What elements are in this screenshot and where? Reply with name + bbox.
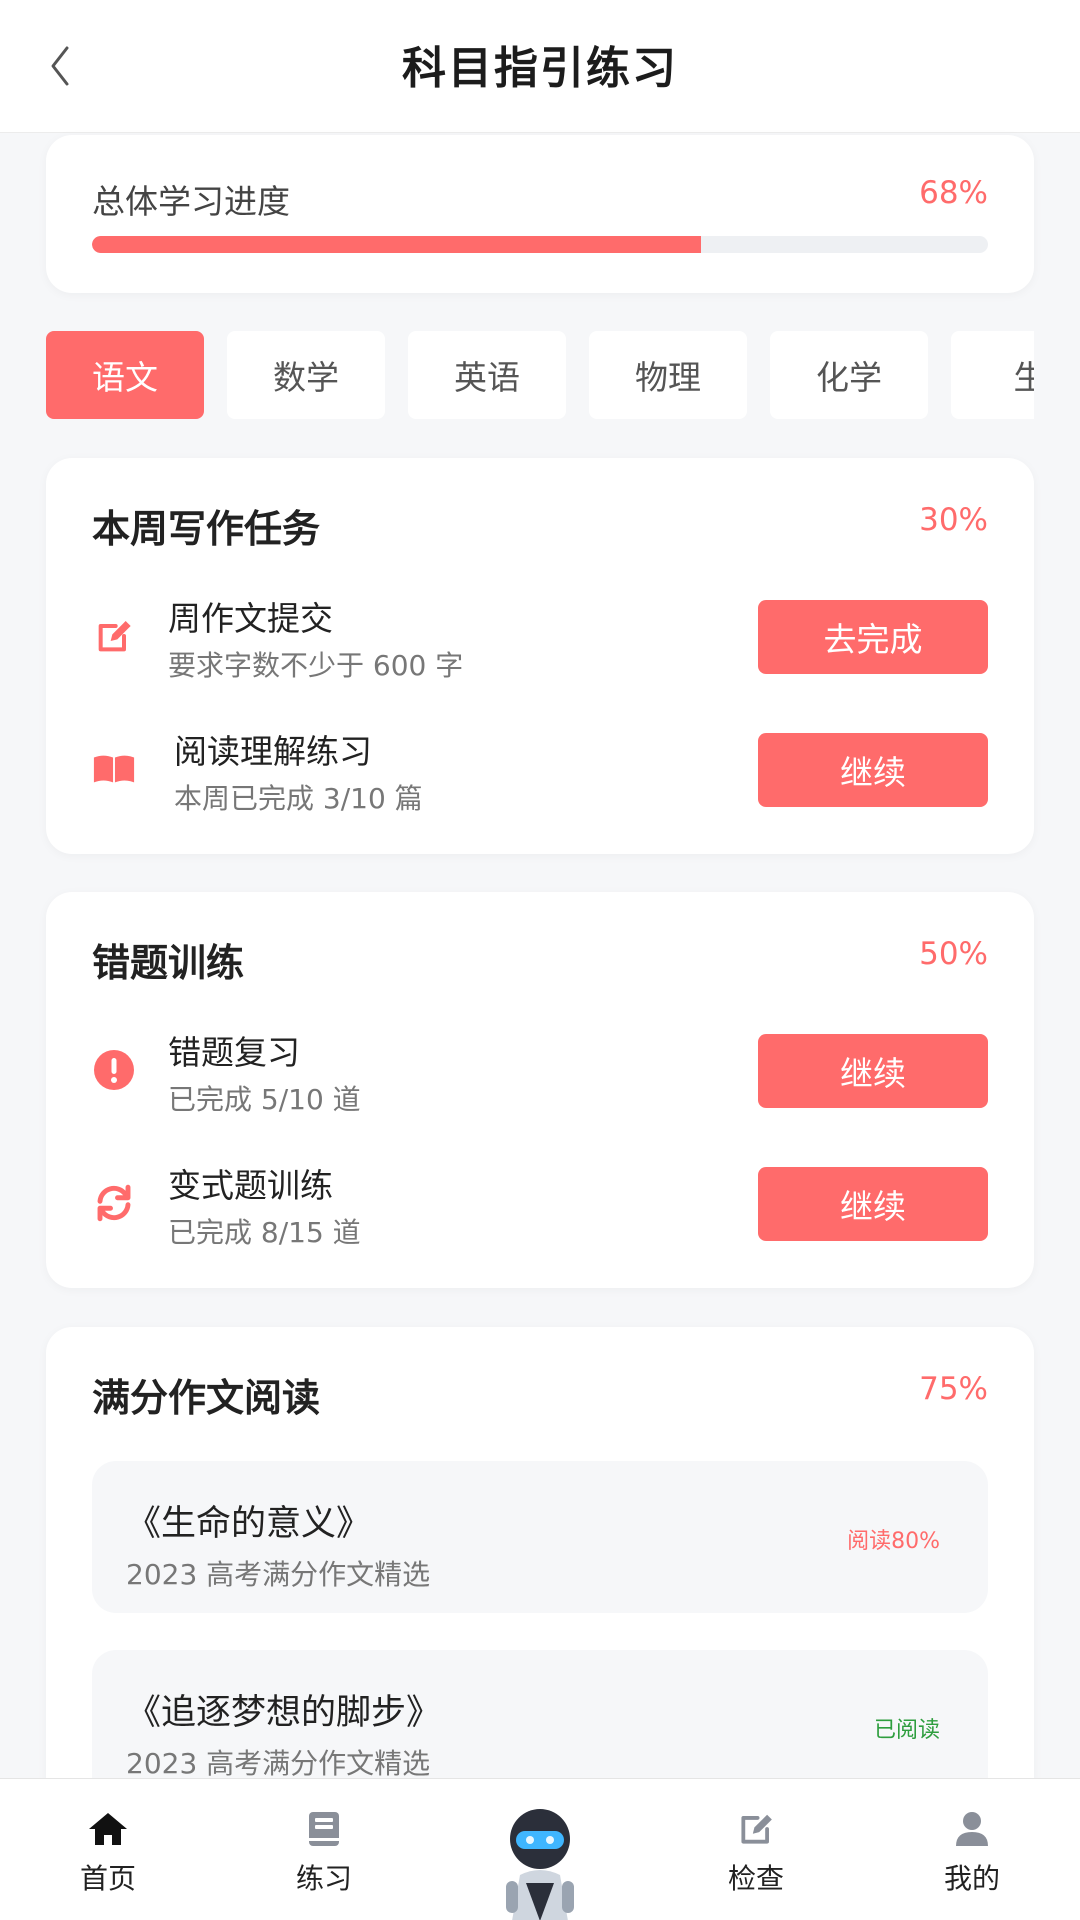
nav-home[interactable]: 首页 — [0, 1779, 216, 1920]
tab-chemistry[interactable]: 化学 — [770, 331, 928, 419]
task-subtitle: 已完成 8/15 道 — [168, 1216, 361, 1249]
nav-label: 检查 — [727, 1862, 784, 1895]
tab-chinese[interactable]: 语文 — [46, 331, 204, 419]
progress-bar-fill — [92, 236, 702, 253]
home-icon — [86, 1809, 130, 1849]
task-title: 阅读理解练习 — [174, 732, 372, 771]
essay-item[interactable]: 《生命的意义》 2023 高考满分作文精选 阅读80% — [92, 1461, 988, 1613]
progress-percent: 68% — [919, 175, 988, 211]
assistant-avatar-button[interactable] — [486, 1803, 594, 1920]
task-title: 变式题训练 — [168, 1166, 333, 1205]
mistakes-training-card: 错题训练 50% 错题复习 已完成 5/10 道 继续 变式题训练 已完成 8/… — [46, 892, 1034, 1288]
task-subtitle: 本周已完成 3/10 篇 — [174, 782, 423, 815]
alert-circle-icon — [92, 1048, 136, 1092]
nav-label: 练习 — [295, 1862, 352, 1895]
book-open-icon — [92, 747, 136, 791]
continue-button[interactable]: 继续 — [758, 733, 988, 807]
nav-label: 我的 — [943, 1862, 1000, 1895]
robot-avatar-icon — [506, 1809, 574, 1920]
tab-math[interactable]: 数学 — [227, 331, 385, 419]
essay-source: 2023 高考满分作文精选 — [126, 1747, 431, 1780]
continue-button[interactable]: 继续 — [758, 1167, 988, 1241]
task-subtitle: 要求字数不少于 600 字 — [168, 649, 464, 682]
go-complete-button[interactable]: 去完成 — [758, 600, 988, 674]
reading-status-badge: 阅读80% — [847, 1529, 940, 1554]
essay-title: 《追逐梦想的脚步》 — [126, 1693, 442, 1733]
reading-status-badge: 已阅读 — [873, 1718, 940, 1743]
progress-label: 总体学习进度 — [92, 182, 290, 221]
app-screen: 科目指引练习 总体学习进度 68% 语文 数学 英语 物理 化学 生 本周写作任… — [0, 0, 1080, 1920]
subject-tabs: 语文 数学 英语 物理 化学 生 — [46, 331, 1034, 419]
section-title: 错题训练 — [92, 941, 245, 985]
section-percent: 30% — [919, 502, 988, 538]
tab-physics[interactable]: 物理 — [589, 331, 747, 419]
task-title: 周作文提交 — [168, 599, 333, 638]
edit-icon — [92, 614, 136, 658]
user-icon — [950, 1809, 994, 1849]
writing-tasks-card: 本周写作任务 30% 周作文提交 要求字数不少于 600 字 去完成 阅读理解练… — [46, 458, 1034, 854]
task-row: 周作文提交 要求字数不少于 600 字 去完成 — [46, 586, 1034, 686]
nav-profile[interactable]: 我的 — [864, 1779, 1080, 1920]
nav-practice[interactable]: 练习 — [216, 1779, 432, 1920]
section-title: 满分作文阅读 — [92, 1376, 321, 1420]
book-icon — [302, 1809, 346, 1849]
section-title: 本周写作任务 — [92, 507, 321, 551]
progress-bar — [92, 236, 988, 253]
essay-source: 2023 高考满分作文精选 — [126, 1558, 431, 1591]
edit-icon — [734, 1809, 778, 1849]
bottom-nav: 首页 练习 检查 我的 — [0, 1778, 1080, 1920]
page-title: 科目指引练习 — [402, 43, 678, 94]
section-percent: 75% — [919, 1371, 988, 1407]
overall-progress-card: 总体学习进度 68% — [46, 135, 1034, 293]
task-row: 变式题训练 已完成 8/15 道 继续 — [46, 1153, 1034, 1253]
essay-title: 《生命的意义》 — [126, 1504, 372, 1544]
header: 科目指引练习 — [0, 0, 1080, 133]
task-row: 错题复习 已完成 5/10 道 继续 — [46, 1020, 1034, 1120]
nav-label: 首页 — [79, 1862, 136, 1895]
nav-check[interactable]: 检查 — [648, 1779, 864, 1920]
tab-biology[interactable]: 生 — [951, 331, 1034, 419]
task-subtitle: 已完成 5/10 道 — [168, 1083, 361, 1116]
refresh-icon — [92, 1181, 136, 1225]
continue-button[interactable]: 继续 — [758, 1034, 988, 1108]
section-percent: 50% — [919, 936, 988, 972]
task-row: 阅读理解练习 本周已完成 3/10 篇 继续 — [46, 719, 1034, 819]
task-title: 错题复习 — [168, 1033, 300, 1072]
tab-english[interactable]: 英语 — [408, 331, 566, 419]
